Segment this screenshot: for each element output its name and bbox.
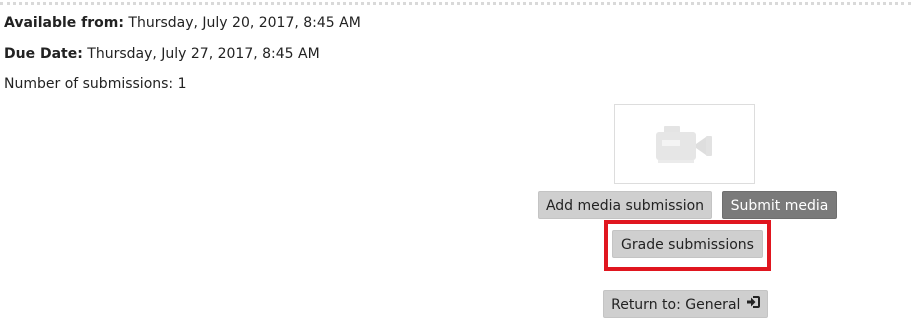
sign-in-icon [746, 291, 760, 317]
available-from-line: Available from: Thursday, July 20, 2017,… [4, 14, 361, 32]
due-date-line: Due Date: Thursday, July 27, 2017, 8:45 … [4, 45, 320, 63]
due-date-value: Thursday, July 27, 2017, 8:45 AM [87, 46, 320, 62]
return-to-general-label: Return to: General [611, 297, 741, 313]
due-date-label: Due Date: [4, 46, 83, 62]
submit-media-button[interactable]: Submit media [722, 191, 837, 219]
available-from-value: Thursday, July 20, 2017, 8:45 AM [128, 15, 361, 31]
video-camera-icon [654, 122, 716, 166]
media-thumbnail [614, 104, 755, 184]
grade-submissions-button[interactable]: Grade submissions [612, 230, 763, 258]
return-to-general-button[interactable]: Return to: General [603, 290, 768, 318]
assignment-page: Available from: Thursday, July 20, 2017,… [0, 0, 911, 325]
top-divider [0, 2, 911, 5]
available-from-label: Available from: [4, 15, 124, 31]
add-media-submission-button[interactable]: Add media submission [538, 191, 712, 219]
submission-count: Number of submissions: 1 [4, 76, 187, 92]
